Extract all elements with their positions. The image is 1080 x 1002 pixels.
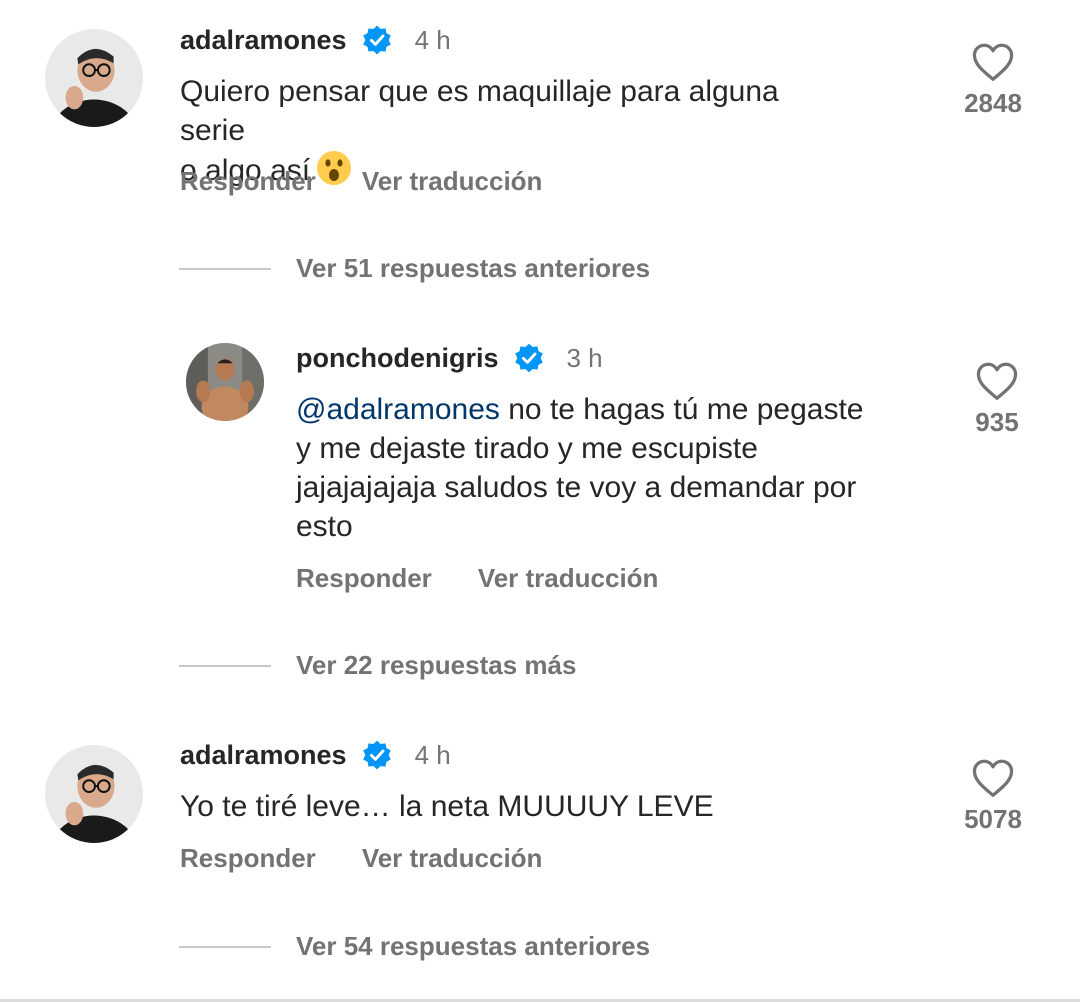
view-replies-label[interactable]: Ver 22 respuestas más — [296, 650, 576, 681]
timestamp: 4 h — [414, 24, 451, 55]
username[interactable]: ponchodenigris — [296, 343, 499, 374]
view-replies-thread[interactable]: Ver 54 respuestas anteriores — [179, 931, 650, 962]
thread-line — [179, 267, 271, 270]
view-replies-label[interactable]: Ver 54 respuestas anteriores — [296, 931, 650, 962]
avatar[interactable] — [45, 29, 143, 127]
like-count: 2848 — [964, 88, 1022, 118]
mention-link[interactable]: @adalramones — [296, 393, 500, 426]
avatar[interactable] — [186, 343, 264, 421]
view-more-replies-thread[interactable]: Ver 22 respuestas más — [179, 650, 576, 681]
username[interactable]: adalramones — [180, 25, 347, 56]
avatar[interactable] — [45, 745, 143, 843]
reply-button[interactable]: Responder — [180, 843, 316, 874]
comment-text: @adalramones no te hagas tú me pegaste y… — [296, 393, 864, 543]
verified-badge-icon — [361, 739, 393, 771]
timestamp: 3 h — [566, 342, 603, 373]
reply-button[interactable]: Responder — [180, 166, 316, 197]
heart-icon[interactable] — [975, 361, 1019, 401]
see-translation-button[interactable]: Ver traducción — [362, 843, 543, 874]
view-replies-thread[interactable]: Ver 51 respuestas anteriores — [179, 253, 650, 284]
heart-icon[interactable] — [971, 758, 1015, 798]
heart-icon[interactable] — [971, 42, 1015, 82]
verified-badge-icon — [361, 24, 393, 56]
reply-button[interactable]: Responder — [296, 563, 432, 594]
username[interactable]: adalramones — [180, 740, 347, 771]
see-translation-button[interactable]: Ver traducción — [362, 166, 543, 197]
thread-line — [179, 945, 271, 948]
view-replies-label[interactable]: Ver 51 respuestas anteriores — [296, 253, 650, 284]
like-count: 5078 — [964, 804, 1022, 834]
see-translation-button[interactable]: Ver traducción — [478, 563, 659, 594]
timestamp: 4 h — [414, 739, 451, 770]
thread-line — [179, 664, 271, 667]
verified-badge-icon — [513, 342, 545, 374]
comment-text: Yo te tiré leve… la neta MUUUUY LEVE — [180, 790, 714, 823]
like-count: 935 — [975, 407, 1019, 437]
